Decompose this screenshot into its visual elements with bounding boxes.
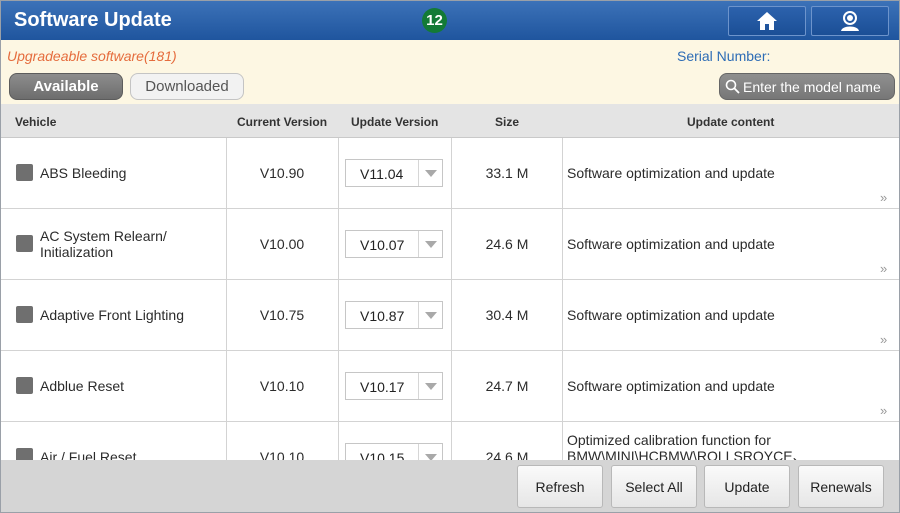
update-version-value: V10.15	[360, 450, 405, 460]
home-button[interactable]	[728, 6, 806, 36]
column-divider	[451, 138, 452, 460]
tab-downloaded[interactable]: Downloaded	[130, 73, 244, 100]
column-divider	[562, 138, 563, 460]
select-all-button[interactable]: Select All	[611, 465, 697, 508]
update-version-select[interactable]: V10.15	[345, 443, 443, 460]
column-divider	[226, 138, 227, 460]
vehicle-name: Adblue Reset	[40, 378, 125, 394]
column-header-current-version: Current Version	[237, 115, 328, 129]
table-row: Adblue Reset V10.10 V10.17 24.7 M Softwa…	[1, 351, 899, 422]
row-checkbox[interactable]	[16, 448, 33, 460]
software-update-window: Software Update 12 Upgradeable software(…	[0, 0, 900, 513]
upgradeable-count: Upgradeable software(181)	[7, 48, 177, 64]
column-header-update-version: Update Version	[351, 115, 439, 129]
table-row: Air / Fuel Reset V10.10 V10.15 24.6 M Op…	[1, 422, 899, 460]
update-version-value: V10.17	[360, 379, 405, 395]
update-version-value: V10.07	[360, 237, 405, 253]
update-content: Optimized calibration function for BMW\M…	[567, 432, 807, 460]
vehicle-name: Adaptive Front Lighting	[40, 307, 184, 323]
row-checkbox[interactable]	[16, 306, 33, 323]
tabs-row: Available Downloaded Enter the model nam…	[1, 70, 899, 104]
update-version-value: V10.87	[360, 308, 405, 324]
search-placeholder: Enter the model name	[743, 78, 881, 95]
update-version-select[interactable]: V11.04	[345, 159, 443, 187]
size-value: 24.6 M	[485, 449, 529, 460]
update-button[interactable]: Update	[704, 465, 790, 508]
size-value: 24.6 M	[485, 236, 529, 252]
table-row: Adaptive Front Lighting V10.75 V10.87 30…	[1, 280, 899, 351]
search-input[interactable]: Enter the model name	[719, 73, 895, 100]
current-version: V10.75	[259, 307, 305, 323]
column-header-size: Size	[495, 115, 520, 129]
callout-badge: 12	[422, 8, 447, 33]
vehicle-name: ABS Bleeding	[40, 165, 127, 181]
column-divider	[338, 138, 339, 460]
expand-more-icon[interactable]: »	[880, 332, 887, 347]
current-version: V10.10	[259, 449, 305, 460]
update-content: Software optimization and update	[567, 236, 775, 252]
dropdown-arrow-icon	[418, 302, 442, 328]
vehicle-name: AC System Relearn/ Initialization	[40, 228, 167, 260]
current-version: V10.10	[259, 378, 305, 394]
row-checkbox[interactable]	[16, 164, 33, 181]
expand-more-icon[interactable]: »	[880, 261, 887, 276]
update-version-select[interactable]: V10.17	[345, 372, 443, 400]
table-header: Vehicle Current Version Update Version S…	[1, 104, 899, 138]
update-content: Software optimization and update	[567, 378, 775, 394]
dropdown-arrow-icon	[418, 231, 442, 257]
refresh-button[interactable]: Refresh	[517, 465, 603, 508]
dropdown-arrow-icon	[418, 444, 442, 460]
column-header-update-content: Update content	[687, 115, 775, 129]
search-icon	[725, 79, 740, 94]
size-value: 24.7 M	[485, 378, 529, 394]
support-button[interactable]	[811, 6, 889, 36]
renewals-button[interactable]: Renewals	[798, 465, 884, 508]
column-header-vehicle: Vehicle	[15, 115, 57, 129]
vehicle-name: Air / Fuel Reset	[40, 449, 137, 460]
tab-available[interactable]: Available	[9, 73, 123, 100]
size-value: 33.1 M	[485, 165, 529, 181]
update-content: Software optimization and update	[567, 307, 775, 323]
update-version-select[interactable]: V10.07	[345, 230, 443, 258]
home-icon	[757, 12, 777, 30]
table-row: AC System Relearn/ Initialization V10.00…	[1, 209, 899, 280]
expand-more-icon[interactable]: »	[880, 403, 887, 418]
info-bar: Upgradeable software(181) Serial Number:	[1, 40, 899, 70]
table-body: ABS Bleeding V10.90 V11.04 33.1 M Softwa…	[1, 138, 899, 460]
row-checkbox[interactable]	[16, 235, 33, 252]
row-checkbox[interactable]	[16, 377, 33, 394]
current-version: V10.90	[259, 165, 305, 181]
update-version-value: V11.04	[360, 166, 404, 182]
update-content: Software optimization and update	[567, 165, 775, 181]
expand-more-icon[interactable]: »	[880, 190, 887, 205]
support-person-icon	[841, 11, 859, 31]
update-version-select[interactable]: V10.87	[345, 301, 443, 329]
dropdown-arrow-icon	[418, 373, 442, 399]
current-version: V10.00	[259, 236, 305, 252]
size-value: 30.4 M	[485, 307, 529, 323]
serial-number-label: Serial Number:	[677, 48, 771, 64]
dropdown-arrow-icon	[418, 160, 442, 186]
action-bar: Refresh Select All Update Renewals	[1, 460, 899, 512]
page-title: Software Update	[14, 9, 172, 31]
table-row: ABS Bleeding V10.90 V11.04 33.1 M Softwa…	[1, 138, 899, 209]
